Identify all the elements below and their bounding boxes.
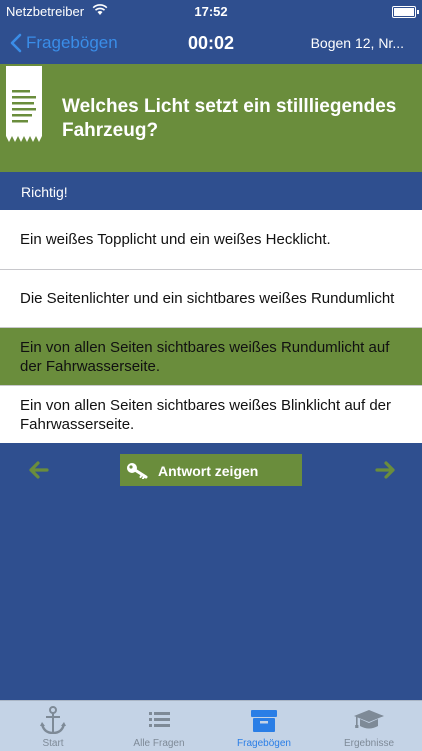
answer-option[interactable]: Die Seitenlichter und ein sichtbares wei… [0,270,422,328]
tab-label: Fragebögen [237,738,291,749]
tab-label: Alle Fragen [133,738,185,749]
back-button[interactable]: Fragebögen [10,22,118,64]
navigation-bar: Fragebögen 00:02 Bogen 12, Nr... [0,22,422,64]
chevron-left-icon [10,33,22,53]
status-bar: Netzbetreiber 17:52 [0,0,422,22]
answer-text: Ein von allen Seiten sichtbares weißes R… [20,338,390,375]
battery-icon [392,6,419,18]
anchor-icon [40,706,66,734]
answer-text: Ein von allen Seiten sichtbares weißes B… [20,396,392,433]
tab-bar: Start Alle Fragen Fragebögen Ergebnisse [0,700,422,751]
answer-text: Ein weißes Topplicht und ein weißes Heck… [20,231,331,248]
question-card-icon [6,66,42,142]
feedback-bar: Richtig! [0,172,422,210]
status-time: 17:52 [194,4,228,19]
box-icon [251,710,277,732]
key-icon [127,463,148,479]
arrow-right-icon[interactable] [375,460,397,480]
list-icon [149,712,170,727]
tab-results[interactable]: Ergebnisse [316,701,422,751]
show-answer-label: Antwort zeigen [158,463,259,479]
tab-label: Start [42,738,64,749]
tab-all-questions[interactable]: Alle Fragen [106,701,212,751]
answer-option[interactable]: Ein von allen Seiten sichtbares weißes B… [0,386,422,443]
feedback-text: Richtig! [21,184,68,200]
answer-text: Die Seitenlichter und ein sichtbares wei… [20,290,395,307]
tab-start[interactable]: Start [0,701,106,751]
tab-label: Ergebnisse [343,738,395,749]
answer-option-correct[interactable]: Ein von allen Seiten sichtbares weißes R… [0,328,422,386]
graduation-cap-icon [354,710,384,729]
answer-controls: Antwort zeigen [0,452,422,486]
tab-questionnaires[interactable]: Fragebögen [211,701,317,751]
back-button-label: Fragebögen [26,33,118,52]
answer-list: Ein weißes Topplicht und ein weißes Heck… [0,210,422,443]
arrow-left-icon[interactable] [27,460,49,480]
question-header: Welches Licht setzt ein stillliegendes F… [0,64,422,172]
question-text: Welches Licht setzt ein stillliegendes F… [62,96,397,141]
sheet-title: Bogen 12, Nr... [310,35,404,51]
show-answer-button[interactable]: Antwort zeigen [120,454,302,486]
answer-option[interactable]: Ein weißes Topplicht und ein weißes Heck… [0,210,422,270]
